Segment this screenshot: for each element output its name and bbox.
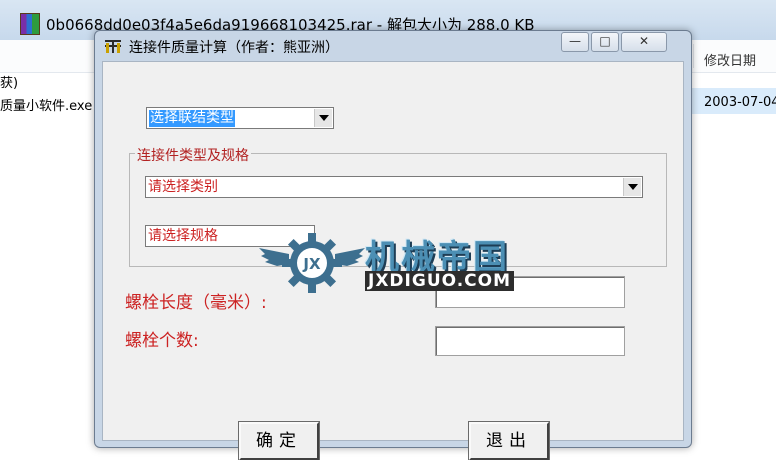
chevron-down-icon[interactable]: [314, 109, 332, 127]
column-separator: [693, 44, 694, 68]
logo-letters: JX: [302, 255, 321, 273]
exit-button[interactable]: 退出: [468, 421, 550, 460]
connection-type-value: 选择联结类型: [149, 110, 235, 127]
file-row-date: 2003-07-04: [704, 95, 776, 110]
app-icon: [105, 38, 121, 54]
spec-value: 请选择规格: [148, 228, 218, 244]
chevron-down-icon[interactable]: [623, 178, 641, 196]
category-value: 请选择类别: [148, 179, 218, 195]
wing-right-icon: [335, 248, 365, 266]
file-row-name[interactable]: 质量小软件.exe: [0, 95, 92, 114]
column-modified-date[interactable]: 修改日期: [704, 50, 756, 69]
minimize-button[interactable]: —: [561, 32, 589, 52]
calculator-dialog: 连接件质量计算（作者：熊亚洲） — □ ✕ 选择联结类型 连接件类型及规格 请选…: [94, 30, 692, 460]
dialog-title: 连接件质量计算（作者：熊亚洲）: [129, 40, 339, 56]
close-button[interactable]: ✕: [621, 32, 667, 52]
file-row-name[interactable]: 获): [0, 72, 18, 91]
maximize-button[interactable]: □: [591, 32, 619, 52]
wing-left-icon: [259, 248, 289, 266]
bolt-count-input[interactable]: [435, 326, 625, 356]
category-select[interactable]: 请选择类别: [145, 176, 643, 198]
bolt-length-label: 螺栓长度（毫米）:: [125, 293, 267, 313]
dialog-client-area: 选择联结类型 连接件类型及规格 请选择类别 请选择规格 螺栓长度（毫米）: 螺栓…: [102, 61, 684, 460]
connector-group-title: 连接件类型及规格: [135, 145, 251, 165]
bolt-count-label: 螺栓个数:: [125, 331, 199, 351]
dialog-titlebar[interactable]: 连接件质量计算（作者：熊亚洲） — □ ✕: [95, 31, 691, 61]
rar-archive-icon: [20, 13, 40, 35]
ok-button[interactable]: 确定: [238, 421, 320, 460]
watermark-text-en: JXDIGUO.COM: [365, 271, 515, 291]
connection-type-select[interactable]: 选择联结类型: [146, 107, 334, 129]
